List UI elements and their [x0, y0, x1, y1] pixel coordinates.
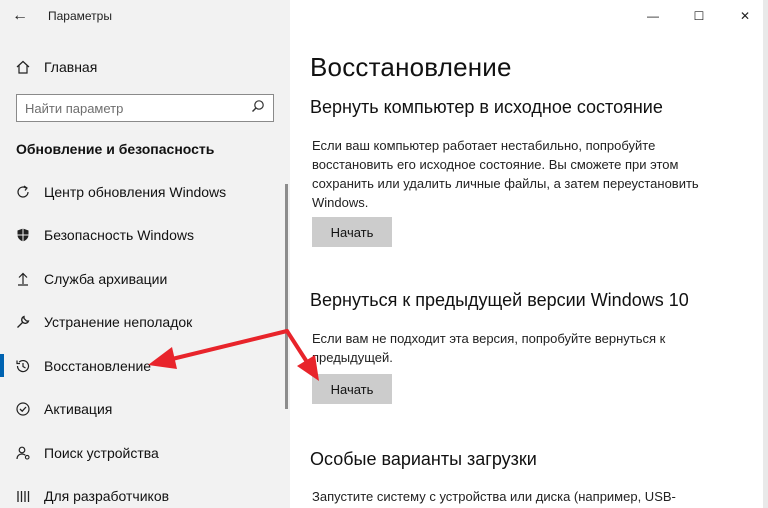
advanced-startup-section-description: Запустите систему с устройства или диска…: [312, 489, 676, 504]
page-title: Восстановление: [310, 52, 512, 82]
minimize-button[interactable]: —: [630, 0, 676, 32]
sidebar-item-label: Для разработчиков: [44, 488, 170, 505]
window-edge: [763, 0, 768, 508]
history-icon: [14, 357, 32, 375]
reset-section-title: Вернуть компьютер в исходное состояние: [310, 97, 663, 117]
sidebar-item-label: Поиск устройства: [44, 444, 159, 461]
sidebar-item-windows-security[interactable]: Безопасность Windows: [0, 214, 290, 258]
person-location-icon: [14, 444, 32, 462]
reset-section-description: Если ваш компьютер работает нестабильно,…: [312, 138, 699, 210]
shield-icon: [14, 226, 32, 244]
window-controls: — ☐ ✕: [630, 0, 768, 32]
sidebar-item-recovery[interactable]: Восстановление: [0, 344, 290, 388]
sidebar-item-activation[interactable]: Активация: [0, 388, 290, 432]
sidebar-item-label: Служба архивации: [44, 270, 168, 287]
reset-start-button[interactable]: Начать: [312, 217, 392, 247]
sidebar-item-windows-update[interactable]: Центр обновления Windows: [0, 170, 290, 214]
sidebar-item-label: Активация: [44, 401, 113, 418]
refresh-icon: [14, 183, 32, 201]
sidebar-scrollbar[interactable]: [285, 184, 288, 409]
home-icon: [14, 58, 32, 76]
search-icon[interactable]: [251, 99, 265, 118]
sidebar: ← Параметры Главная Обновление и безопас…: [0, 0, 290, 508]
section-heading: Обновление и безопасность: [16, 141, 215, 157]
sidebar-item-label: Безопасность Windows: [44, 227, 194, 244]
title-bar: ← Параметры: [0, 0, 290, 32]
sidebar-item-backup[interactable]: Служба архивации: [0, 257, 290, 301]
sidebar-item-label: Восстановление: [44, 357, 152, 374]
close-button[interactable]: ✕: [722, 0, 768, 32]
upload-icon: [14, 270, 32, 288]
sidebar-nav: Центр обновления Windows Безопасность Wi…: [0, 170, 290, 508]
advanced-startup-section-title: Особые варианты загрузки: [310, 449, 537, 469]
rollback-start-button[interactable]: Начать: [312, 374, 392, 404]
wrench-icon: [14, 313, 32, 331]
rollback-section-title: Вернуться к предыдущей версии Windows 10: [310, 290, 689, 310]
sidebar-item-label: Устранение неполадок: [44, 314, 193, 331]
checkmark-circle-icon: [14, 400, 32, 418]
window-title: Параметры: [48, 9, 112, 23]
main-content: — ☐ ✕ Восстановление Вернуть компьютер в…: [290, 0, 768, 508]
back-button[interactable]: ←: [0, 0, 40, 32]
rollback-section-description: Если вам не подходит эта версия, попробу…: [312, 331, 666, 365]
sidebar-home-label: Главная: [44, 59, 98, 75]
sidebar-item-troubleshoot[interactable]: Устранение неполадок: [0, 301, 290, 345]
search-input[interactable]: [25, 100, 245, 116]
sidebar-item-label: Центр обновления Windows: [44, 183, 227, 200]
search-box[interactable]: [16, 94, 274, 122]
sidebar-item-home[interactable]: Главная: [0, 52, 290, 82]
developer-bars-icon: [14, 487, 32, 505]
sidebar-item-developers[interactable]: Для разработчиков: [0, 475, 290, 508]
maximize-button[interactable]: ☐: [676, 0, 722, 32]
sidebar-item-find-device[interactable]: Поиск устройства: [0, 431, 290, 475]
